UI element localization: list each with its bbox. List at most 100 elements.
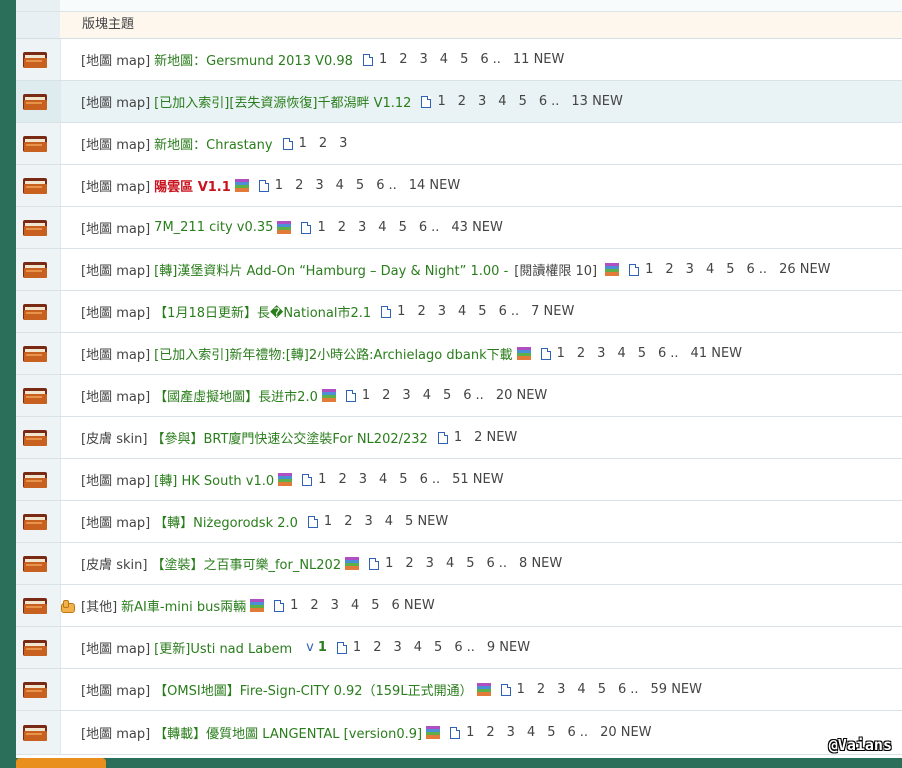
page-link[interactable]: 1 — [557, 346, 565, 361]
page-link[interactable]: 2 — [373, 640, 381, 655]
thread-title-link[interactable]: [更新]Usti nad Labem — [154, 638, 292, 657]
page-link[interactable]: 4 — [498, 94, 506, 109]
new-replies-count[interactable]: 26 NEW — [779, 262, 830, 277]
thread-category[interactable]: [地圖 map] — [81, 260, 150, 279]
new-replies-count[interactable]: 43 NEW — [451, 220, 502, 235]
thread-title-link[interactable]: 【1月18日更新】長�National市2.1 — [154, 302, 371, 321]
thread-title-link[interactable]: 【轉】Niżegorodsk 2.0 — [154, 512, 298, 531]
page-link[interactable]: 2 — [405, 556, 413, 571]
folder-icon[interactable] — [23, 640, 47, 656]
thread-row[interactable]: [皮膚 skin] 【塗裝】之百事可樂_for_NL202 1 2 3 4 5 6.. 8 NE… — [16, 543, 902, 585]
page-link[interactable]: 2 — [458, 94, 466, 109]
page-link[interactable]: 2 — [310, 598, 318, 613]
page-link[interactable]: 1 — [397, 304, 405, 319]
page-link[interactable]: 6 — [463, 388, 471, 403]
page-link[interactable]: 1 — [317, 220, 325, 235]
thread-title-link[interactable]: 【國產虛擬地圖】長逬市2.0 — [154, 386, 318, 405]
thread-row[interactable]: [地圖 map] 陽雲區 V1.1 1 2 3 4 5 6.. 14 NEW — [16, 165, 902, 207]
thread-title-link[interactable]: 【轉載】優質地圖 LANGENTAL [version0.9] — [154, 723, 422, 742]
page-link[interactable]: 5 — [547, 725, 555, 740]
page-link[interactable]: 6 — [539, 94, 547, 109]
folder-icon[interactable] — [23, 220, 47, 236]
page-link[interactable]: 3 — [358, 220, 366, 235]
folder-icon[interactable] — [23, 52, 47, 68]
thread-category[interactable]: [地圖 map] — [81, 344, 150, 363]
page-link[interactable]: 2 — [399, 52, 407, 67]
thread-row[interactable]: [地圖 map] 【轉】Niżegorodsk 2.0 1 2 3 4 5 NEW — [16, 501, 902, 543]
thread-category[interactable]: [地圖 map] — [81, 680, 150, 699]
page-link[interactable]: 6 — [568, 725, 576, 740]
page-link[interactable]: 2 — [577, 346, 585, 361]
page-link[interactable]: 3 — [331, 598, 339, 613]
new-replies-count[interactable]: 13 NEW — [571, 94, 622, 109]
page-link[interactable]: 3 — [339, 136, 347, 151]
page-link[interactable]: 4 — [351, 598, 359, 613]
page-link[interactable]: 5 — [434, 640, 442, 655]
page-link[interactable]: 4 — [379, 472, 387, 487]
page-link[interactable]: 2 — [338, 472, 346, 487]
page-link[interactable]: 3 — [420, 52, 428, 67]
thread-title-link[interactable]: 新地圖：Chrastany — [154, 134, 272, 153]
folder-icon[interactable] — [23, 725, 47, 741]
page-link[interactable]: 5 — [478, 304, 486, 319]
thread-row[interactable]: [地圖 map] [已加入索引][丟失資源恢復]千都潟畔 V1.12 1 2 3 4 5 6.… — [16, 81, 902, 123]
page-link[interactable]: 1 — [466, 725, 474, 740]
page-link[interactable]: 5 — [460, 52, 468, 67]
page-link[interactable]: 5 — [371, 598, 379, 613]
thread-title-link[interactable]: [已加入索引]新年禮物:[轉]2小時公路:Archielago dbank下載 — [154, 344, 512, 363]
page-link[interactable]: 6 — [658, 346, 666, 361]
folder-icon[interactable] — [23, 304, 47, 320]
thread-row[interactable]: [地圖 map] 【OMSI地圖】Fire-Sign-CITY 0.92（159L… — [16, 669, 902, 711]
page-link[interactable]: 2 — [295, 178, 303, 193]
page-link[interactable]: 2 — [665, 262, 673, 277]
page-link[interactable]: 3 — [364, 514, 372, 529]
page-link[interactable]: 2 — [537, 682, 545, 697]
page-link[interactable]: 3 — [478, 94, 486, 109]
page-link[interactable]: 1 — [454, 430, 462, 445]
thread-title-link[interactable]: 新地圖：Gersmund 2013 V0.98 — [154, 50, 353, 69]
page-link[interactable]: 3 — [686, 262, 694, 277]
page-link[interactable]: 6 — [419, 220, 427, 235]
page-link[interactable]: 1 — [645, 262, 653, 277]
page-link[interactable]: 3 — [507, 725, 515, 740]
thread-category[interactable]: [其他] — [81, 596, 117, 615]
page-link[interactable]: 4 — [617, 346, 625, 361]
new-replies-count[interactable]: 14 NEW — [409, 178, 460, 193]
new-replies-count[interactable]: 6 NEW — [392, 598, 435, 613]
new-replies-count[interactable]: 20 NEW — [600, 725, 651, 740]
thread-title-link[interactable]: [轉] HK South v1.0 — [154, 470, 274, 489]
page-link[interactable]: 6 — [454, 640, 462, 655]
new-replies-count[interactable]: 51 NEW — [452, 472, 503, 487]
page-link[interactable]: 1 — [318, 472, 326, 487]
thread-title-link[interactable]: 【OMSI地圖】Fire-Sign-CITY 0.92（159L正式開通） — [154, 680, 472, 699]
page-link[interactable]: 1 — [324, 514, 332, 529]
page-link[interactable]: 1 — [299, 136, 307, 151]
thread-category[interactable]: [地圖 map] — [81, 50, 150, 69]
page-link[interactable]: 4 — [458, 304, 466, 319]
thread-row[interactable]: [地圖 map] 新地圖：Gersmund 2013 V0.98 1 2 3 4 5 6.. 1… — [16, 39, 902, 81]
thread-row[interactable]: [地圖 map] [轉]漢堡資料片 Add-On “Hamburg – Day &… — [16, 249, 902, 291]
page-link[interactable]: 6 — [376, 178, 384, 193]
page-link[interactable]: 4 — [336, 178, 344, 193]
folder-icon[interactable] — [23, 556, 47, 572]
page-link[interactable]: 1 — [353, 640, 361, 655]
page-link[interactable]: 6 — [480, 52, 488, 67]
page-link[interactable]: 1 — [385, 556, 393, 571]
thread-row[interactable]: [地圖 map] 【轉載】優質地圖 LANGENTAL [version0.9] 1… — [16, 711, 902, 755]
page-link[interactable]: 2 — [417, 304, 425, 319]
page-link[interactable]: 4 — [706, 262, 714, 277]
page-link[interactable]: 6 — [618, 682, 626, 697]
page-link[interactable]: 3 — [393, 640, 401, 655]
thread-row[interactable]: [地圖 map] 7M_211 city v0.35 1 2 3 4 5 6.. 43 NEW — [16, 207, 902, 249]
thread-row[interactable]: [皮膚 skin] 【參與】BRT廈門快速公交塗裝For NL202/232 1 2 … — [16, 417, 902, 459]
page-link[interactable]: 5 — [519, 94, 527, 109]
folder-icon[interactable] — [23, 262, 47, 278]
page-link[interactable]: 6 — [420, 472, 428, 487]
new-replies-count[interactable]: 8 NEW — [519, 556, 562, 571]
page-link[interactable]: 4 — [414, 640, 422, 655]
new-replies-count[interactable]: 7 NEW — [531, 304, 574, 319]
thread-category[interactable]: [地圖 map] — [81, 218, 150, 237]
folder-icon[interactable] — [23, 682, 47, 698]
page-link[interactable]: 4 — [577, 682, 585, 697]
page-link[interactable]: 3 — [402, 388, 410, 403]
